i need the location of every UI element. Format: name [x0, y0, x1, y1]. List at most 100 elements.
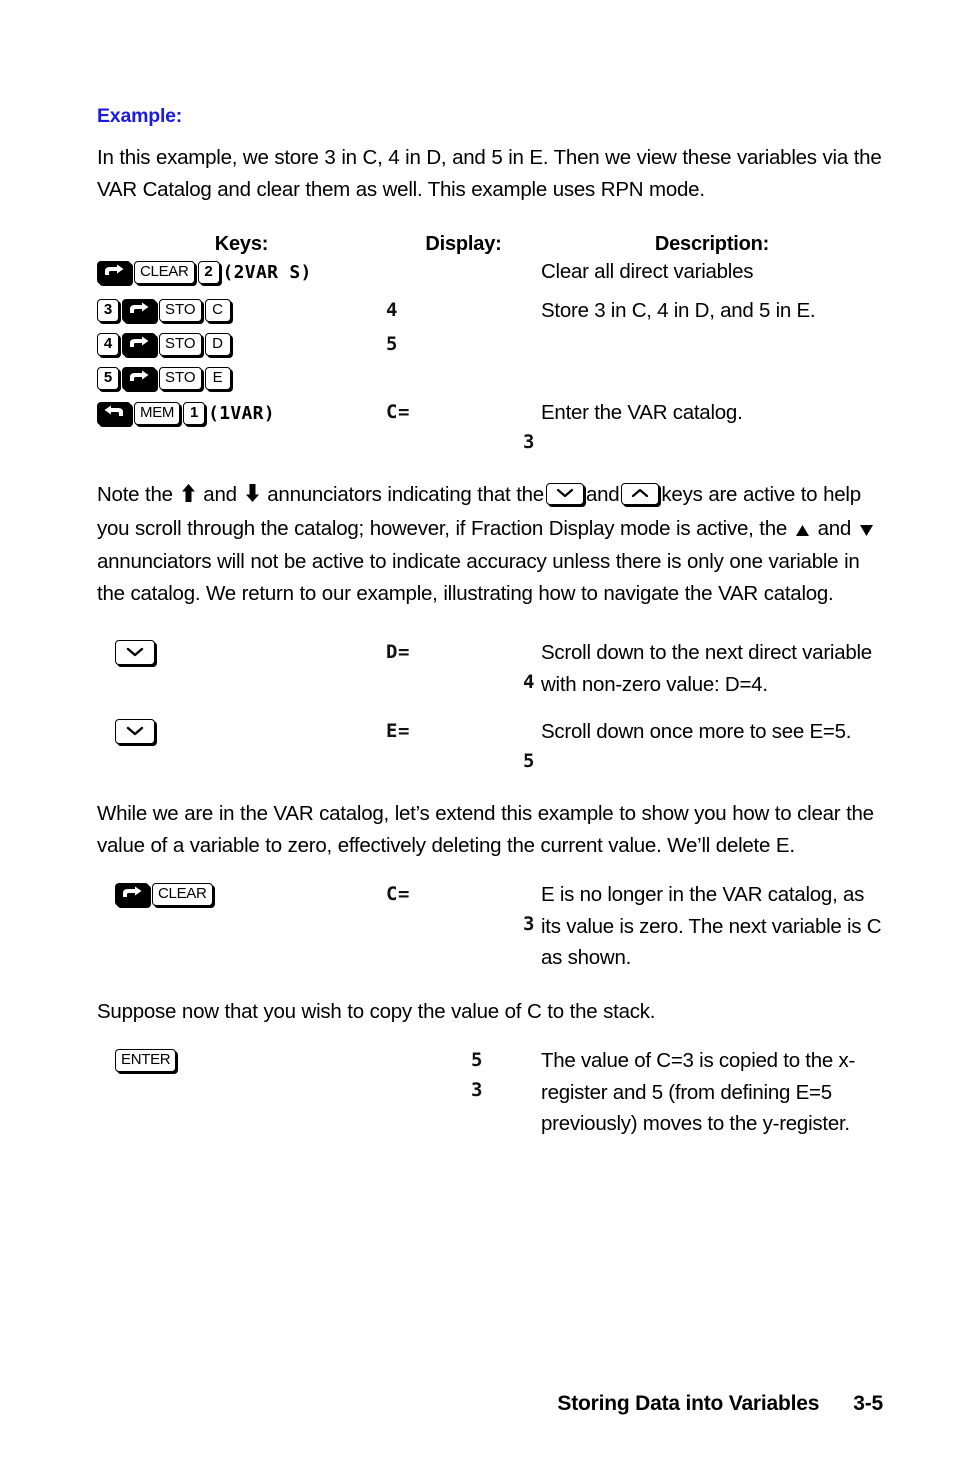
key-sequence: ENTER: [97, 1045, 386, 1079]
table-row: 3 STO C 4 Store 3 in C, 4 in D, and 5 in …: [97, 291, 883, 329]
right-shift-arrow-icon: [130, 336, 149, 347]
keys-display-description-table-2: D= 4 Scroll down to the next direct vari…: [97, 637, 883, 776]
right-shift-arrow-icon: [105, 264, 124, 275]
down-arrow-key[interactable]: [545, 483, 584, 505]
right-shift-key[interactable]: [97, 260, 131, 284]
key-c[interactable]: C: [204, 298, 231, 322]
display-line-value: 5: [523, 750, 535, 772]
right-shift-key[interactable]: [122, 332, 156, 356]
table-row: CLEAR 2 (2VAR S) Clear all direct variable…: [97, 256, 883, 291]
chevron-up-icon: [632, 488, 649, 498]
footer-section-title: Storing Data into Variables: [557, 1392, 820, 1415]
sto-key[interactable]: STO: [159, 298, 202, 322]
down-arrow-key[interactable]: [115, 639, 155, 665]
note-text-part4: and: [585, 483, 620, 506]
column-header-display: Display:: [425, 233, 502, 255]
description-cell: Clear all direct variables: [541, 260, 754, 283]
key-d[interactable]: D: [204, 332, 231, 356]
display-line-x-register: 3: [471, 1079, 483, 1101]
key-1[interactable]: 1: [183, 401, 206, 425]
key-sequence: [97, 716, 386, 750]
display-line-y-register: 5: [471, 1049, 483, 1071]
display-cell: [386, 256, 541, 291]
display-cell: E= 5: [386, 700, 541, 776]
page-footer: Storing Data into Variables 3-5: [97, 1392, 883, 1416]
enter-key[interactable]: ENTER: [115, 1048, 177, 1072]
clear-variable-paragraph: While we are in the VAR catalog, let’s e…: [97, 802, 874, 857]
key-sequence: [97, 637, 386, 671]
keys-cell: [97, 700, 386, 776]
description-cell: E is no longer in the VAR catalog, as it…: [541, 883, 882, 969]
intro-paragraph: In this example, we store 3 in C, 4 in D…: [97, 146, 882, 201]
display-cell: D= 4: [386, 637, 541, 700]
display-cell: [386, 363, 541, 397]
keys-cell: CLEAR 2 (2VAR S): [97, 256, 386, 291]
display-line-variable: C=: [386, 883, 410, 905]
display-cell: 4: [386, 291, 541, 329]
column-header-keys: Keys:: [214, 233, 269, 255]
key-sequence: 3 STO C: [97, 295, 386, 329]
keys-display-description-table-3: CLEAR C= 3 E is no longer in the VAR cat…: [97, 879, 883, 974]
right-shift-key[interactable]: [122, 366, 156, 390]
clear-key[interactable]: CLEAR: [152, 882, 213, 906]
chevron-down-icon: [126, 647, 144, 656]
description-cell: Scroll down once more to see E=5.: [541, 720, 852, 743]
keys-cell: ENTER: [97, 1045, 386, 1140]
display-cell: C= 3: [386, 879, 541, 974]
display-line-variable: C=: [386, 401, 410, 423]
manual-page: Example: In this example, we store 3 in …: [0, 0, 954, 1480]
up-arrow-annunciator-icon: [181, 481, 196, 513]
key-3[interactable]: 3: [97, 298, 119, 322]
key-5[interactable]: 5: [97, 366, 119, 390]
table-row: E= 5 Scroll down once more to see E=5.: [97, 700, 883, 776]
clear-key[interactable]: CLEAR: [134, 260, 195, 284]
description-cell: Scroll down to the next direct variable …: [541, 641, 872, 696]
note-text-part3: annunciators indicating that the: [267, 483, 544, 506]
left-shift-arrow-icon: [104, 405, 123, 416]
display-line-variable: D=: [386, 641, 410, 663]
keys-display-description-table-1: Keys: Display: Description: CLEAR 2 (2VAR …: [97, 233, 883, 457]
display-line-variable: E=: [386, 720, 410, 742]
description-cell: Store 3 in C, 4 in D, and 5 in E.: [541, 299, 816, 322]
down-arrow-key[interactable]: [115, 718, 155, 744]
note-text-part6: and: [817, 516, 852, 540]
table-row: MEM 1 (1VAR) C= 3 Enter the VAR catalog.: [97, 397, 883, 457]
table-row: D= 4 Scroll down to the next direct vari…: [97, 637, 883, 700]
key-e[interactable]: E: [204, 366, 231, 390]
right-shift-key[interactable]: [115, 882, 149, 906]
display-cell: 5 3: [386, 1045, 541, 1140]
down-triangle-annunciator-icon: [859, 515, 874, 547]
table-row: CLEAR C= 3 E is no longer in the VAR cat…: [97, 879, 883, 974]
column-header-description: Description:: [654, 233, 770, 255]
up-triangle-annunciator-icon: [795, 515, 810, 547]
display-line: 5: [386, 333, 398, 355]
keys-cell: CLEAR: [97, 879, 386, 974]
right-shift-key[interactable]: [122, 298, 156, 322]
mem-key[interactable]: MEM: [134, 401, 181, 425]
example-heading: Example:: [97, 105, 183, 127]
page-content: Example: In this example, we store 3 in …: [97, 105, 883, 1140]
keys-cell: 3 STO C: [97, 291, 386, 329]
display-line-value: 3: [523, 431, 535, 453]
note-text-part2: and: [203, 483, 237, 506]
keys-cell: 4 STO D: [97, 329, 386, 363]
display-cell: 5: [386, 329, 541, 363]
right-shift-arrow-icon: [123, 886, 142, 897]
description-cell: [541, 363, 883, 397]
chevron-down-icon: [556, 488, 574, 498]
key-2[interactable]: 2: [197, 260, 220, 284]
up-arrow-key[interactable]: [621, 483, 660, 505]
left-shift-key[interactable]: [97, 401, 131, 425]
key-4[interactable]: 4: [97, 332, 119, 356]
keys-cell: [97, 637, 386, 700]
sto-key[interactable]: STO: [159, 332, 202, 356]
key-sequence: 5 STO E: [97, 363, 386, 397]
keys-cell: 5 STO E: [97, 363, 386, 397]
key-sequence: CLEAR: [97, 879, 386, 913]
stack-paragraph: Suppose now that you wish to copy the va…: [97, 999, 656, 1023]
note-text-part7: annunciators will not be active to indic…: [97, 550, 860, 605]
sto-key[interactable]: STO: [159, 366, 202, 390]
